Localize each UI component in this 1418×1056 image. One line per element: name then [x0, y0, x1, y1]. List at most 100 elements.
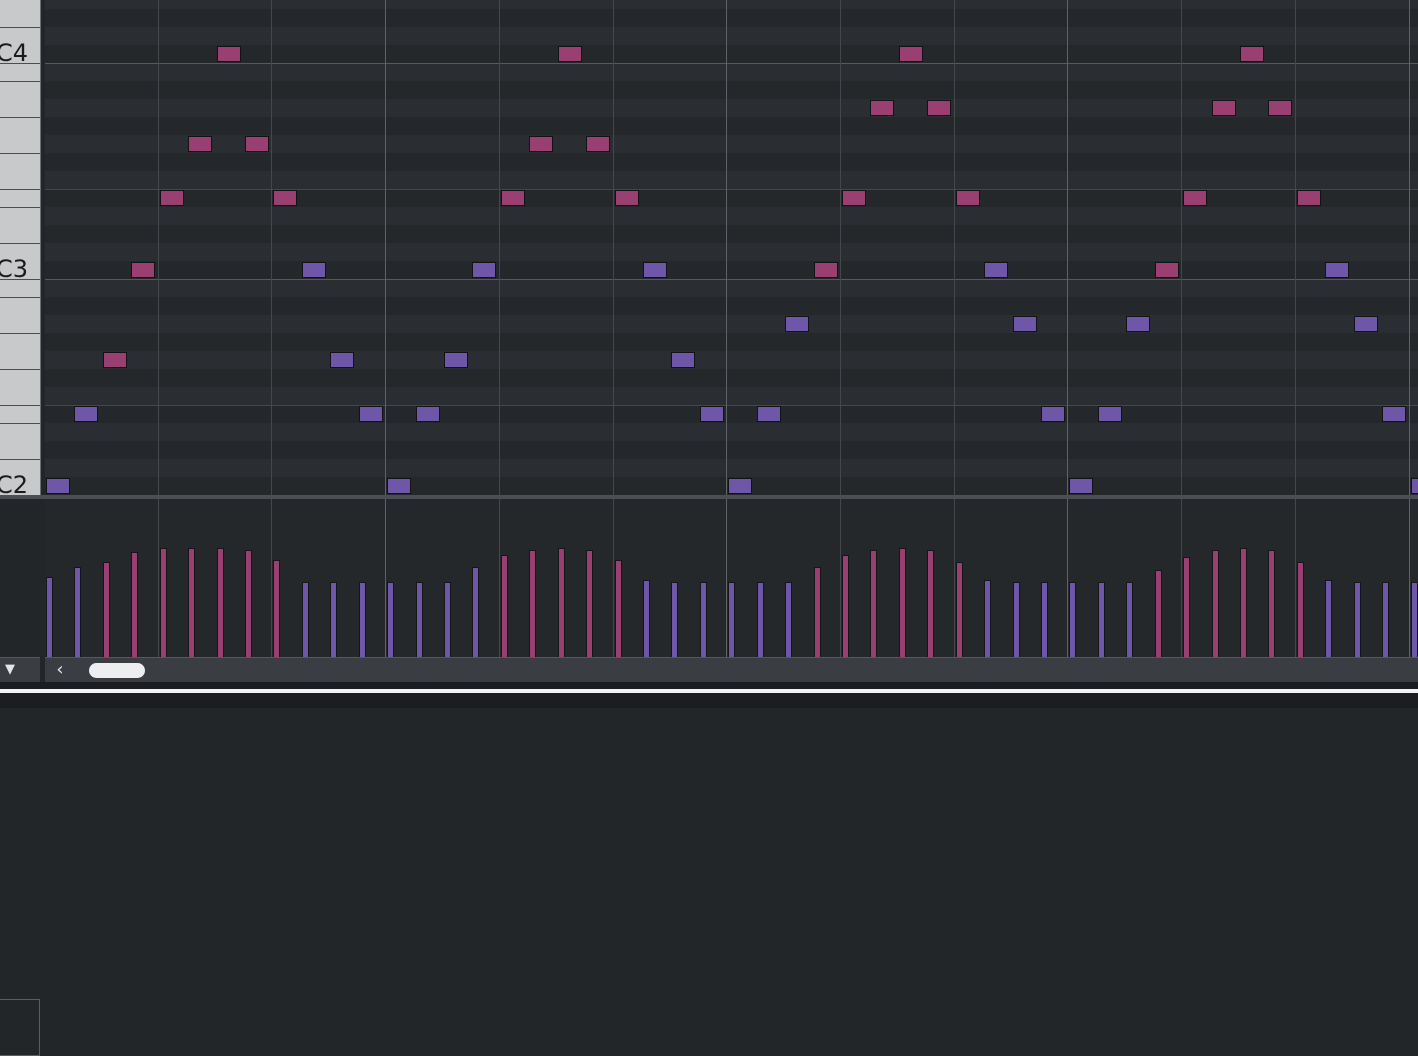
midi-note[interactable]: [359, 406, 383, 422]
midi-note[interactable]: [956, 190, 980, 206]
midi-note[interactable]: [160, 190, 184, 206]
velocity-bar[interactable]: [273, 560, 280, 657]
midi-note[interactable]: [1240, 46, 1264, 62]
midi-note[interactable]: [188, 136, 212, 152]
velocity-bar[interactable]: [1069, 582, 1076, 657]
velocity-bar[interactable]: [103, 562, 110, 657]
midi-note[interactable]: [416, 406, 440, 422]
midi-note[interactable]: [757, 406, 781, 422]
velocity-bar[interactable]: [188, 548, 195, 657]
velocity-bar[interactable]: [1183, 557, 1190, 657]
velocity-bar[interactable]: [359, 582, 366, 657]
midi-note[interactable]: [444, 352, 468, 368]
velocity-bar[interactable]: [74, 567, 81, 657]
midi-note[interactable]: [927, 100, 951, 116]
midi-note[interactable]: [728, 478, 752, 494]
midi-note[interactable]: [984, 262, 1008, 278]
velocity-bar[interactable]: [728, 582, 735, 657]
velocity-bar[interactable]: [956, 562, 963, 657]
midi-note[interactable]: [671, 352, 695, 368]
horizontal-scrollbar[interactable]: ‹: [45, 657, 1418, 682]
velocity-bar[interactable]: [1240, 548, 1247, 657]
velocity-bar[interactable]: [472, 567, 479, 657]
midi-note[interactable]: [814, 262, 838, 278]
velocity-bar[interactable]: [444, 582, 451, 657]
velocity-bar[interactable]: [842, 555, 849, 657]
velocity-bar[interactable]: [558, 548, 565, 657]
velocity-bar[interactable]: [814, 567, 821, 657]
velocity-bar[interactable]: [416, 582, 423, 657]
velocity-bar[interactable]: [1325, 580, 1332, 657]
midi-note[interactable]: [472, 262, 496, 278]
midi-note[interactable]: [387, 478, 411, 494]
midi-note[interactable]: [586, 136, 610, 152]
velocity-bar[interactable]: [927, 550, 934, 657]
midi-note[interactable]: [700, 406, 724, 422]
velocity-bar[interactable]: [1013, 582, 1020, 657]
velocity-bar[interactable]: [615, 560, 622, 657]
midi-note[interactable]: [1325, 262, 1349, 278]
midi-note[interactable]: [1212, 100, 1236, 116]
piano-keyboard[interactable]: C4 C3 C2: [0, 0, 41, 497]
collapse-dropdown-icon[interactable]: ▼: [0, 658, 20, 682]
midi-note[interactable]: [785, 316, 809, 332]
midi-note[interactable]: [330, 352, 354, 368]
velocity-bar[interactable]: [671, 582, 678, 657]
midi-note[interactable]: [74, 406, 98, 422]
midi-note[interactable]: [131, 262, 155, 278]
velocity-bar[interactable]: [643, 580, 650, 657]
midi-note[interactable]: [1183, 190, 1207, 206]
velocity-bar[interactable]: [1411, 582, 1418, 657]
velocity-bar[interactable]: [700, 582, 707, 657]
midi-note[interactable]: [899, 46, 923, 62]
scroll-left-icon[interactable]: ‹: [51, 658, 69, 682]
velocity-bar[interactable]: [1155, 570, 1162, 657]
piano-roll-grid[interactable]: [45, 0, 1418, 495]
scrollbar-thumb[interactable]: [89, 663, 145, 678]
velocity-bar[interactable]: [1268, 550, 1275, 657]
midi-note[interactable]: [1155, 262, 1179, 278]
velocity-bar[interactable]: [785, 582, 792, 657]
velocity-bar[interactable]: [46, 577, 53, 657]
midi-note[interactable]: [615, 190, 639, 206]
midi-note[interactable]: [643, 262, 667, 278]
midi-note[interactable]: [529, 136, 553, 152]
midi-note[interactable]: [273, 190, 297, 206]
velocity-bar[interactable]: [1297, 562, 1304, 657]
velocity-bar[interactable]: [529, 550, 536, 657]
midi-note[interactable]: [1268, 100, 1292, 116]
velocity-bar[interactable]: [330, 582, 337, 657]
velocity-bar[interactable]: [757, 582, 764, 657]
midi-note[interactable]: [1382, 406, 1406, 422]
velocity-bar[interactable]: [1354, 582, 1361, 657]
midi-note[interactable]: [842, 190, 866, 206]
midi-note[interactable]: [245, 136, 269, 152]
velocity-bar[interactable]: [131, 552, 138, 657]
velocity-bar[interactable]: [1382, 582, 1389, 657]
midi-note[interactable]: [1069, 478, 1093, 494]
velocity-bar[interactable]: [586, 550, 593, 657]
velocity-bar[interactable]: [899, 548, 906, 657]
midi-note[interactable]: [501, 190, 525, 206]
velocity-bar[interactable]: [387, 582, 394, 657]
midi-note[interactable]: [1126, 316, 1150, 332]
midi-note[interactable]: [1411, 478, 1418, 494]
velocity-bar[interactable]: [160, 548, 167, 657]
midi-note[interactable]: [46, 478, 70, 494]
velocity-bar[interactable]: [245, 550, 252, 657]
midi-note[interactable]: [302, 262, 326, 278]
velocity-bar[interactable]: [870, 550, 877, 657]
velocity-bar[interactable]: [1126, 582, 1133, 657]
velocity-bar[interactable]: [501, 555, 508, 657]
velocity-bar[interactable]: [1098, 582, 1105, 657]
velocity-lane[interactable]: [45, 499, 1418, 657]
midi-note[interactable]: [103, 352, 127, 368]
velocity-bar[interactable]: [302, 582, 309, 657]
midi-note[interactable]: [1098, 406, 1122, 422]
midi-note[interactable]: [1297, 190, 1321, 206]
velocity-bar[interactable]: [984, 580, 991, 657]
midi-note[interactable]: [1013, 316, 1037, 332]
velocity-bar[interactable]: [217, 548, 224, 657]
velocity-bar[interactable]: [1212, 550, 1219, 657]
midi-note[interactable]: [870, 100, 894, 116]
